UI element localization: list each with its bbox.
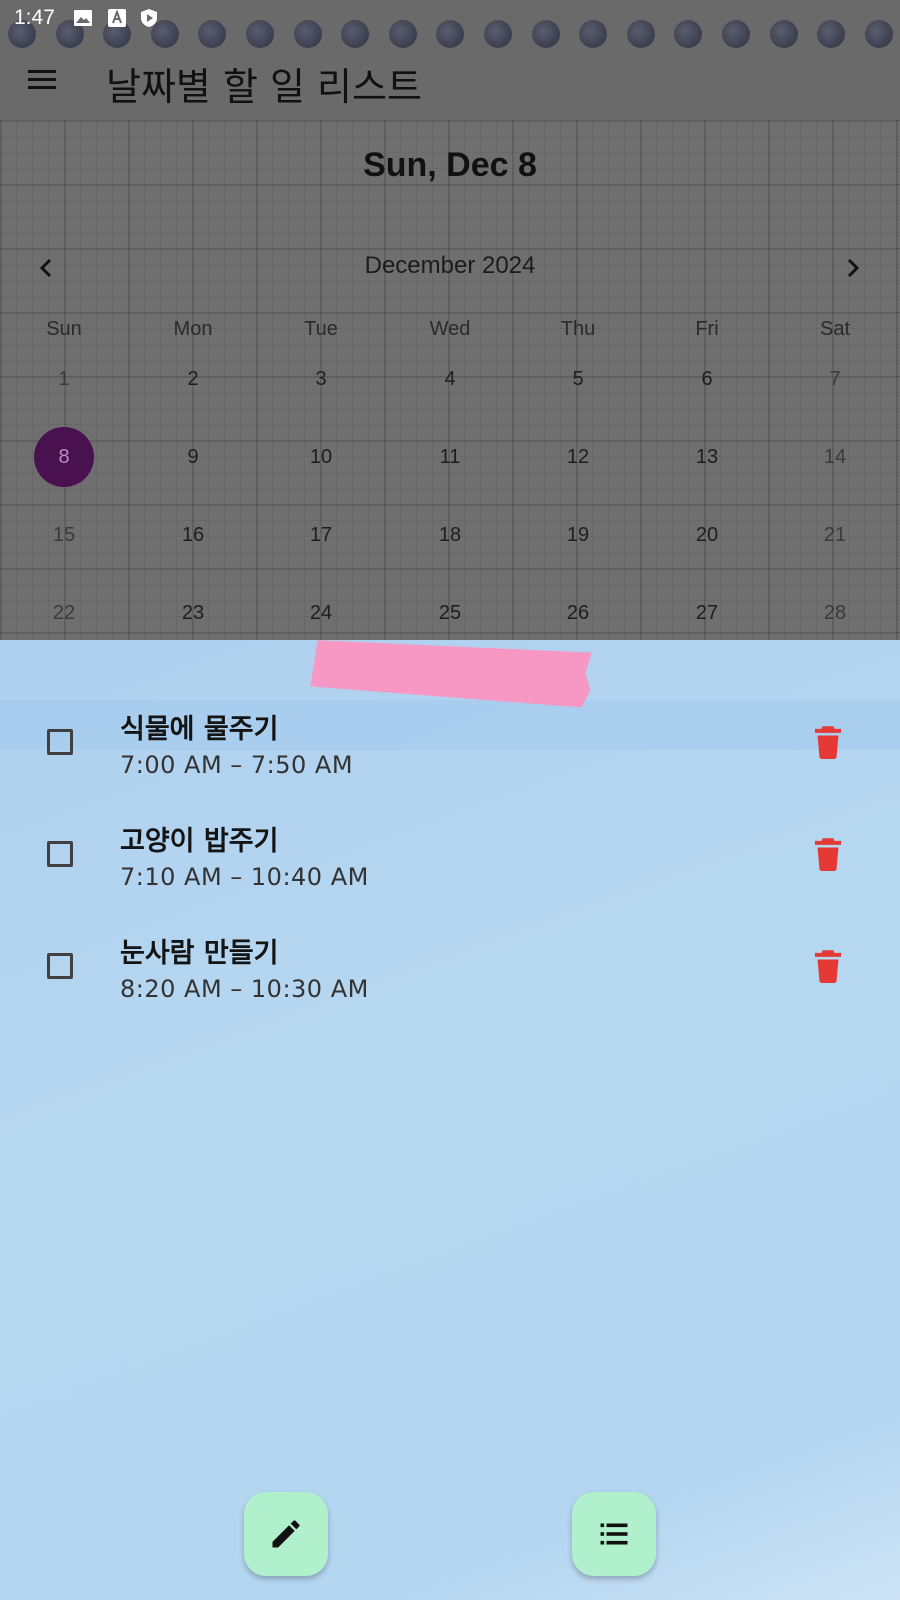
shield-play-icon	[141, 9, 157, 27]
task-time: 7:00 AM – 7:50 AM	[120, 751, 354, 779]
weekday-label: Thu	[560, 318, 596, 340]
calendar-day[interactable]: 2	[129, 340, 257, 418]
trash-icon[interactable]	[812, 949, 844, 983]
month-navigation: December 2024	[0, 248, 900, 288]
calendar-day[interactable]: 10	[257, 418, 385, 496]
day-number: 27	[695, 602, 719, 624]
day-number: 18	[438, 524, 462, 546]
day-number: 13	[695, 446, 719, 468]
calendar-section: 1:47 날짜별 할 일 리스트 Sun, Dec 8 December 202…	[0, 0, 900, 640]
day-number: 17	[309, 524, 333, 546]
task-row: 눈사람 만들기 8:20 AM – 10:30 AM	[0, 915, 900, 1025]
task-time: 8:20 AM – 10:30 AM	[120, 975, 369, 1003]
day-number: 5	[572, 368, 584, 390]
day-number: 20	[695, 524, 719, 546]
day-number: 11	[439, 446, 461, 468]
day-number: 22	[52, 602, 76, 624]
edit-fab-button[interactable]	[244, 1492, 328, 1576]
page-title: 날짜별 할 일 리스트	[106, 65, 422, 109]
weekday-label: Mon	[173, 318, 213, 340]
day-number: 14	[823, 446, 847, 468]
calendar-day[interactable]: 17	[257, 496, 385, 574]
calendar-day[interactable]: 24	[257, 574, 385, 640]
weekday-label: Tue	[304, 318, 338, 340]
day-number: 1	[58, 368, 70, 390]
weekday-label: Sun	[46, 318, 82, 340]
trash-icon[interactable]	[812, 837, 844, 871]
task-time: 7:10 AM – 10:40 AM	[120, 863, 369, 891]
text-a-icon	[108, 9, 126, 27]
calendar-day[interactable]: 8	[0, 418, 128, 496]
calendar-day[interactable]: 13	[643, 418, 771, 496]
calendar-day[interactable]: 20	[643, 496, 771, 574]
task-row: 고양이 밥주기 7:10 AM – 10:40 AM	[0, 803, 900, 913]
day-number: 8	[58, 446, 70, 468]
status-time: 1:47	[14, 6, 55, 29]
menu-icon[interactable]	[22, 60, 62, 100]
day-number: 15	[52, 524, 76, 546]
calendar-day[interactable]: 18	[386, 496, 514, 574]
calendar-day[interactable]: 23	[129, 574, 257, 640]
task-row: 식물에 물주기 7:00 AM – 7:50 AM	[0, 691, 900, 801]
day-number: 24	[309, 602, 333, 624]
calendar-day[interactable]: 19	[514, 496, 642, 574]
day-number: 10	[309, 446, 333, 468]
calendar-day[interactable]: 27	[643, 574, 771, 640]
calendar-day[interactable]: 7	[771, 340, 899, 418]
image-icon	[74, 10, 92, 26]
calendar-day[interactable]: 14	[771, 418, 899, 496]
day-number: 23	[181, 602, 205, 624]
weekday-label: Fri	[695, 318, 719, 340]
calendar-day[interactable]: 3	[257, 340, 385, 418]
app-bar: 날짜별 할 일 리스트	[0, 50, 900, 110]
task-title: 식물에 물주기	[120, 714, 279, 745]
list-icon	[600, 1523, 628, 1545]
day-number: 21	[823, 524, 847, 546]
calendar-day[interactable]: 25	[386, 574, 514, 640]
task-checkbox[interactable]	[47, 841, 73, 867]
calendar-day[interactable]: 1	[0, 340, 128, 418]
task-checkbox[interactable]	[47, 953, 73, 979]
calendar-day[interactable]: 22	[0, 574, 128, 640]
calendar-day[interactable]: 9	[129, 418, 257, 496]
pencil-icon	[272, 1520, 300, 1548]
calendar-day[interactable]: 28	[771, 574, 899, 640]
calendar-day[interactable]: 11	[386, 418, 514, 496]
day-number: 26	[566, 602, 590, 624]
month-label: December 2024	[364, 252, 536, 279]
day-number: 28	[823, 602, 847, 624]
day-number: 9	[187, 446, 199, 468]
chevron-right-icon[interactable]	[836, 252, 868, 284]
day-number: 2	[187, 368, 199, 390]
weekday-label: Wed	[429, 318, 471, 340]
calendar-day[interactable]: 6	[643, 340, 771, 418]
day-number: 3	[315, 368, 327, 390]
calendar-day[interactable]: 12	[514, 418, 642, 496]
day-number: 16	[181, 524, 205, 546]
day-number: 25	[438, 602, 462, 624]
calendar-day[interactable]: 21	[771, 496, 899, 574]
calendar-day[interactable]: 26	[514, 574, 642, 640]
task-list-section: 식물에 물주기 7:00 AM – 7:50 AM 고양이 밥주기 7:10 AM –…	[0, 640, 900, 1600]
task-title: 고양이 밥주기	[120, 826, 279, 857]
task-checkbox[interactable]	[47, 729, 73, 755]
trash-icon[interactable]	[812, 725, 844, 759]
status-bar: 1:47	[0, 0, 900, 36]
day-number: 6	[701, 368, 713, 390]
selected-date-label: Sun, Dec 8	[363, 146, 537, 184]
day-number: 12	[566, 446, 590, 468]
weekday-label: Sat	[819, 318, 851, 340]
day-number: 19	[566, 524, 590, 546]
task-title: 눈사람 만들기	[120, 938, 279, 969]
list-fab-button[interactable]	[572, 1492, 656, 1576]
calendar-day[interactable]: 16	[129, 496, 257, 574]
day-number: 7	[829, 368, 841, 390]
calendar-day[interactable]: 5	[514, 340, 642, 418]
calendar-day[interactable]: 4	[386, 340, 514, 418]
calendar-day[interactable]: 15	[0, 496, 128, 574]
day-number: 4	[444, 368, 456, 390]
